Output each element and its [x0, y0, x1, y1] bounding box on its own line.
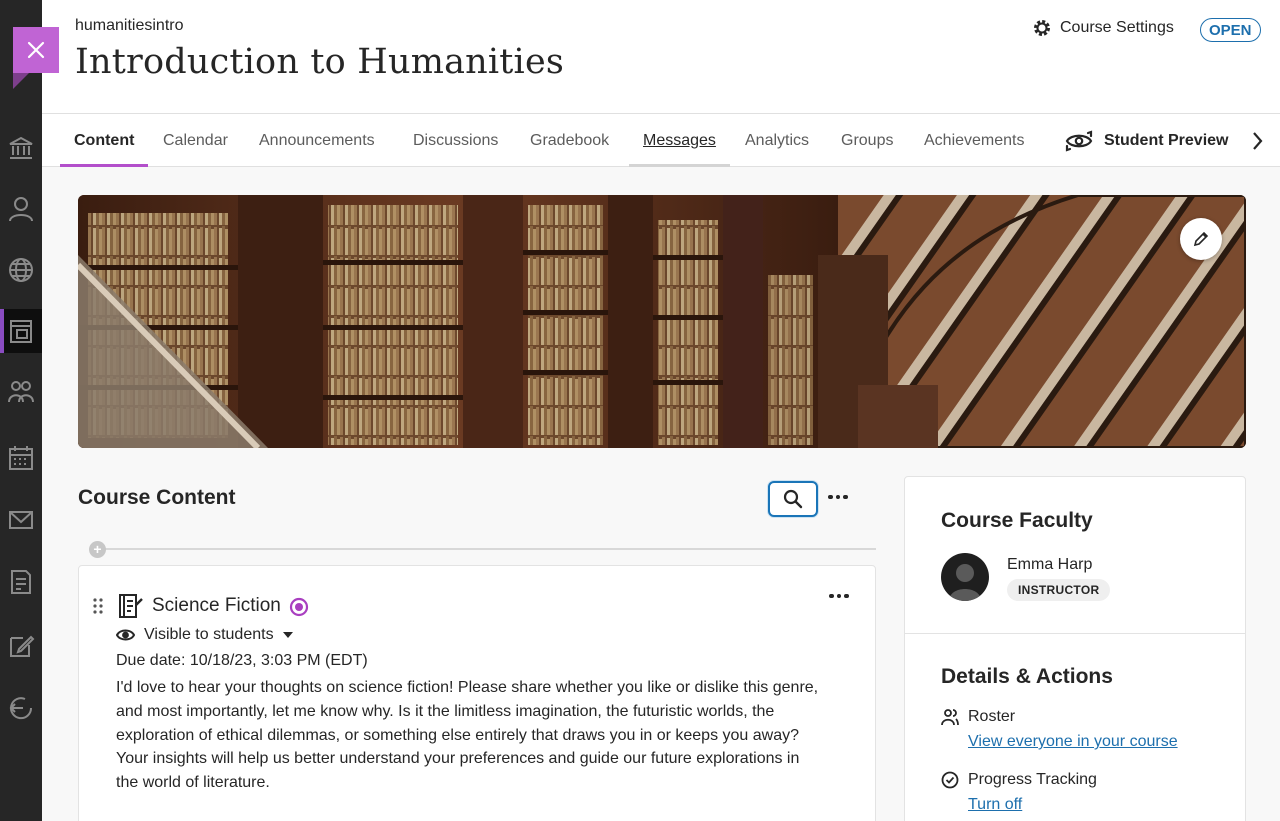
avatar[interactable] — [941, 553, 989, 601]
course-status-badge[interactable]: OPEN — [1200, 18, 1261, 42]
add-content-divider — [90, 548, 876, 550]
visibility-dropdown[interactable]: Visible to students — [116, 626, 293, 644]
chevron-right-icon — [1253, 131, 1263, 150]
course-faculty-heading: Course Faculty — [941, 509, 1093, 532]
messages-icon — [9, 511, 33, 529]
rail-profile[interactable] — [0, 187, 42, 231]
view-roster-link[interactable]: View everyone in your course — [968, 733, 1178, 751]
course-tabs: Content Calendar Announcements Discussio… — [42, 114, 1280, 167]
rail-calendar[interactable] — [0, 436, 42, 480]
content-item-card: Science Fiction Visible to students Due … — [78, 565, 876, 821]
more-dot — [829, 593, 834, 599]
rail-institution[interactable] — [0, 126, 42, 170]
caret-down-icon — [282, 632, 293, 638]
rail-tools[interactable] — [0, 624, 42, 668]
student-preview-icon — [1065, 129, 1093, 152]
conditional-release-icon — [289, 597, 309, 617]
panel-divider — [905, 633, 1245, 634]
grades-icon — [11, 570, 31, 594]
rail-sign-out[interactable] — [0, 686, 42, 730]
drag-handle-icon[interactable] — [93, 598, 103, 614]
add-content-button[interactable]: + — [89, 541, 106, 558]
course-settings-button[interactable]: Course Settings — [1032, 18, 1174, 38]
student-preview-button[interactable]: Student Preview — [1064, 114, 1228, 167]
library-bookshelves-image — [78, 195, 1246, 448]
close-course-button[interactable] — [13, 27, 59, 89]
more-dot — [836, 593, 842, 599]
globe-icon — [9, 258, 33, 282]
roster-label: Roster — [968, 708, 1016, 725]
content-item-title[interactable]: Science Fiction — [152, 595, 281, 617]
course-header: humanitiesintro Introduction to Humaniti… — [42, 0, 1280, 114]
tab-gradebook[interactable]: Gradebook — [516, 114, 623, 167]
left-navigation-rail — [0, 0, 59, 821]
edit-banner-button[interactable] — [1180, 218, 1222, 260]
tab-discussions[interactable]: Discussions — [399, 114, 512, 167]
rail-grades[interactable] — [0, 560, 42, 604]
visibility-label: Visible to students — [144, 626, 274, 643]
role-badge: INSTRUCTOR — [1007, 579, 1111, 601]
groups-icon — [8, 381, 34, 403]
eye-icon — [116, 629, 135, 641]
search-icon — [783, 489, 803, 509]
more-dot — [828, 494, 833, 500]
course-id: humanitiesintro — [75, 17, 184, 34]
institution-icon — [9, 136, 33, 159]
close-icon — [27, 41, 45, 59]
progress-tracking-row: Progress Tracking — [941, 771, 1097, 789]
content-item-more-button[interactable] — [827, 586, 851, 606]
rail-messages[interactable] — [0, 498, 42, 542]
tab-calendar[interactable]: Calendar — [149, 114, 242, 167]
content-item-description: I'd love to hear your thoughts on scienc… — [116, 679, 819, 792]
gear-icon — [1034, 20, 1050, 36]
tab-announcements[interactable]: Announcements — [245, 114, 389, 167]
tab-groups[interactable]: Groups — [827, 114, 907, 167]
rail-organizations[interactable] — [0, 370, 42, 414]
course-title: Introduction to Humanities — [75, 42, 565, 82]
tab-analytics[interactable]: Analytics — [731, 114, 823, 167]
tab-messages[interactable]: Messages — [629, 114, 730, 167]
more-dot — [844, 593, 849, 599]
more-dot — [835, 494, 841, 500]
assignment-icon — [119, 594, 143, 618]
rail-courses[interactable] — [0, 309, 42, 353]
details-actions-heading: Details & Actions — [941, 665, 1113, 688]
default-avatar-icon — [949, 564, 981, 601]
search-content-button[interactable] — [768, 481, 818, 517]
due-date: Due date: 10/18/23, 3:03 PM (EDT) — [116, 652, 368, 669]
tab-achievements[interactable]: Achievements — [910, 114, 1039, 167]
pencil-icon — [1193, 231, 1209, 247]
more-dot — [843, 494, 848, 500]
courses-icon — [10, 320, 32, 343]
tools-icon — [10, 635, 35, 657]
check-circle-icon — [941, 771, 959, 789]
course-banner-image — [78, 195, 1246, 448]
course-content-more-button[interactable] — [826, 487, 850, 507]
course-settings-label: Course Settings — [1060, 19, 1174, 36]
profile-icon — [9, 197, 33, 222]
tab-content[interactable]: Content — [60, 114, 149, 167]
progress-tracking-toggle-link[interactable]: Turn off — [968, 796, 1022, 814]
course-details-panel: Course Faculty Emma Harp INSTRUCTOR Deta… — [904, 476, 1246, 821]
calendar-icon — [9, 446, 33, 470]
tabs-scroll-right-button[interactable] — [1250, 114, 1264, 167]
roster-icon — [941, 709, 959, 726]
faculty-name[interactable]: Emma Harp — [1007, 556, 1092, 574]
roster-row: Roster — [941, 708, 1015, 726]
rail-global[interactable] — [0, 248, 42, 292]
course-content-heading: Course Content — [78, 486, 236, 509]
sign-out-icon — [9, 697, 33, 720]
student-preview-label: Student Preview — [1104, 131, 1229, 149]
progress-tracking-label: Progress Tracking — [968, 771, 1097, 788]
